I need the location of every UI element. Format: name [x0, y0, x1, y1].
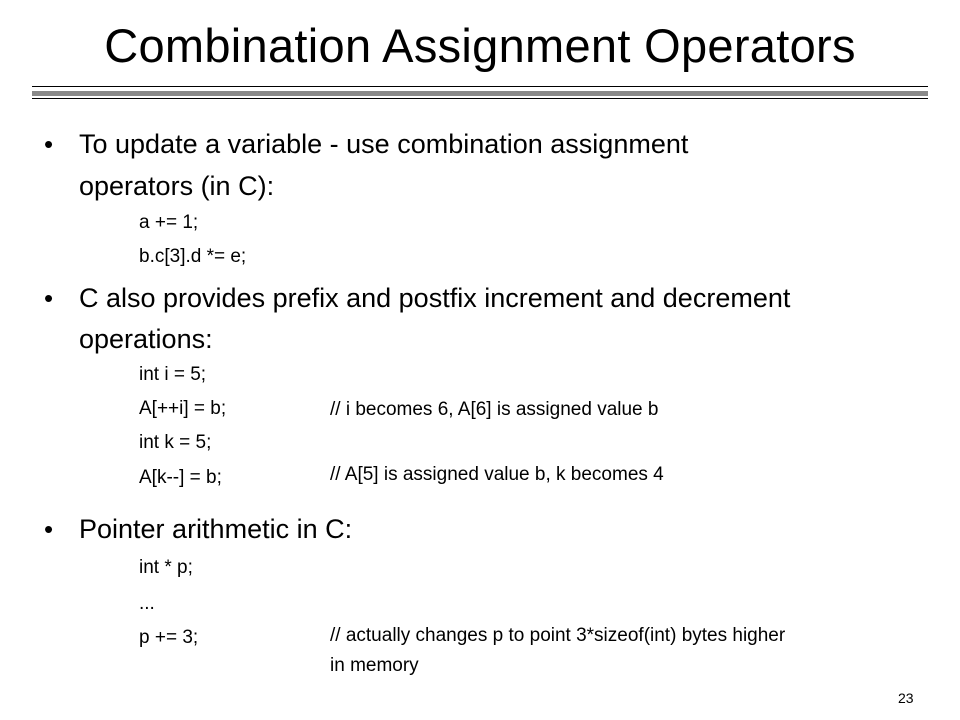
code-line: A[k--] = b; — [139, 467, 222, 488]
bullet-marker: • — [44, 514, 54, 544]
title-divider-bottom — [32, 98, 928, 99]
code-line: A[++i] = b; — [139, 398, 227, 419]
code-comment: // A[5] is assigned value b, k becomes 4 — [330, 464, 664, 485]
bullet-text-line: operations: — [79, 324, 213, 354]
code-line: a += 1; — [139, 212, 199, 233]
bullet-marker: • — [44, 129, 54, 159]
slide-title: Combination Assignment Operators — [104, 19, 856, 72]
code-line: int i = 5; — [139, 364, 207, 385]
bullet-text-line: C also provides prefix and postfix incre… — [79, 283, 791, 313]
code-comment: in memory — [330, 655, 419, 676]
title-divider-thick — [32, 91, 928, 96]
code-comment: // actually changes p to point 3*sizeof(… — [330, 625, 786, 646]
code-line: int * p; — [139, 557, 193, 578]
bullet-text-line: To update a variable - use combination a… — [79, 129, 689, 159]
code-comment: // i becomes 6, A[6] is assigned value b — [330, 399, 659, 420]
code-line: p += 3; — [139, 627, 199, 648]
code-line: b.c[3].d *= e; — [139, 246, 247, 267]
bullet-text-line: operators (in C): — [79, 171, 275, 201]
bullet-marker: • — [44, 283, 54, 313]
code-line: ... — [139, 593, 155, 614]
page-number: 23 — [898, 690, 914, 706]
code-line: int k = 5; — [139, 432, 212, 453]
bullet-text-line: Pointer arithmetic in C: — [79, 514, 353, 544]
title-divider-top — [32, 86, 928, 87]
